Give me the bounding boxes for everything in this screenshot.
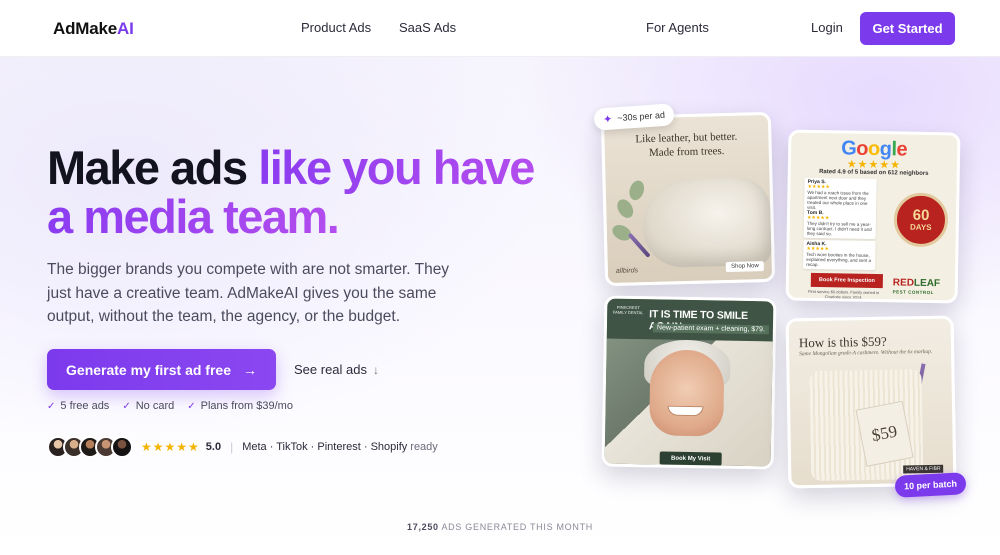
logo[interactable]: AdMakeAI bbox=[53, 19, 134, 39]
cashmere-subtext: Same Mongolian grade-A cashmere. Without… bbox=[799, 348, 933, 358]
ad-card-shoe[interactable]: Like leather, but better. Made from tree… bbox=[600, 111, 776, 287]
hero-headline: Make ads like you have a media team. bbox=[47, 143, 587, 241]
sparkle-icon: ✦ bbox=[602, 113, 613, 126]
avatar-group bbox=[47, 436, 133, 458]
ads-count-label: ADS GENERATED THIS MONTH bbox=[441, 522, 593, 532]
review-card: Tom B. ★★★★★ They didn't try to sell me … bbox=[803, 208, 877, 240]
rating-value: 5.0 bbox=[205, 441, 222, 453]
ads-counter: 17,250 ADS GENERATED THIS MONTH bbox=[0, 522, 1000, 532]
pest-ad-footnote: First service $0 dollars. Family owned i… bbox=[808, 288, 880, 300]
logo-text: AdMake bbox=[53, 19, 117, 38]
headline-accent-2: a media team. bbox=[47, 190, 340, 243]
nav-link-saas-ads[interactable]: SaaS Ads bbox=[399, 20, 456, 35]
ads-count: 17,250 bbox=[407, 522, 439, 532]
headline-dark: Make ads bbox=[47, 141, 248, 194]
shoe-product-image bbox=[641, 176, 772, 269]
login-link[interactable]: Login bbox=[811, 20, 843, 35]
patient-photo bbox=[649, 349, 725, 437]
arrow-right-icon: → bbox=[242, 361, 257, 378]
divider: | bbox=[230, 440, 234, 454]
arrow-down-icon: ↓ bbox=[373, 362, 379, 377]
check-icon: ✓ bbox=[47, 400, 56, 412]
rating-stars: ★★★★★ bbox=[141, 440, 200, 454]
nav-link-for-agents[interactable]: For Agents bbox=[646, 20, 709, 35]
cashmere-brand: HAVEN & FIBR bbox=[903, 464, 944, 474]
check-icon: ✓ bbox=[122, 400, 131, 412]
check-item: ✓ Plans from $39/mo bbox=[187, 400, 293, 412]
shop-now-button: Shop Now bbox=[725, 261, 764, 273]
review-card: Priya S. ★★★★★ We had a roach issue from… bbox=[804, 177, 877, 214]
dental-logo: PINECREST FAMILY DENTAL bbox=[612, 304, 644, 316]
generate-ad-button[interactable]: Generate my first ad free → bbox=[47, 349, 276, 390]
top-nav: AdMakeAI Product Ads SaaS Ads For Agents… bbox=[0, 0, 1000, 57]
headline-accent-1: like you have bbox=[258, 141, 535, 194]
shoe-brand: allbirds bbox=[615, 267, 639, 275]
book-visit-button: Book My Visit bbox=[659, 451, 722, 466]
redleaf-logo: REDLEAF PEST CONTROL bbox=[892, 277, 941, 296]
patient-smile bbox=[667, 405, 704, 417]
nav-link-product-ads[interactable]: Product Ads bbox=[301, 20, 371, 35]
benefit-checks: ✓ 5 free ads ✓ No card ✓ Plans from $39/mo bbox=[47, 400, 293, 412]
time-per-ad-label: ~30s per ad bbox=[616, 109, 666, 124]
book-inspection-button: Book Free Inspection bbox=[810, 272, 883, 289]
review-card: Aisha K. ★★★★★ Tech wore booties in the … bbox=[803, 239, 876, 271]
see-real-ads-label: See real ads bbox=[294, 362, 367, 377]
check-icon: ✓ bbox=[187, 400, 196, 412]
get-started-button[interactable]: Get Started bbox=[860, 12, 955, 45]
guarantee-seal: 60 DAYS bbox=[893, 192, 949, 248]
leaf-decoration bbox=[626, 178, 647, 203]
ad-card-pest-control[interactable]: Google ★★★★★ Rated 4.9 of 5 based on 612… bbox=[785, 129, 961, 304]
see-real-ads-link[interactable]: See real ads ↓ bbox=[294, 362, 379, 377]
shoe-ad-headline: Like leather, but better. Made from tree… bbox=[635, 130, 738, 160]
check-item: ✓ No card bbox=[122, 400, 175, 412]
ad-card-cashmere[interactable]: How is this $59? Same Mongolian grade-A … bbox=[785, 315, 957, 489]
ad-card-dental[interactable]: PINECREST FAMILY DENTAL IT IS TIME TO SM… bbox=[601, 295, 777, 470]
cashmere-headline: How is this $59? bbox=[798, 333, 887, 351]
platform-suffix: ready bbox=[410, 441, 438, 453]
check-item: ✓ 5 free ads bbox=[47, 400, 110, 412]
social-proof: ★★★★★ 5.0 | Meta · TikTok · Pinterest · … bbox=[47, 435, 438, 459]
leaf-decoration bbox=[614, 196, 637, 221]
hero-subtext: The bigger brands you compete with are n… bbox=[47, 261, 450, 325]
batch-badge: 10 per batch bbox=[894, 472, 967, 498]
avatar bbox=[111, 436, 133, 458]
platform-list: Meta · TikTok · Pinterest · Shopify bbox=[242, 441, 408, 453]
generate-ad-label: Generate my first ad free bbox=[66, 361, 231, 378]
logo-accent: AI bbox=[117, 19, 134, 38]
